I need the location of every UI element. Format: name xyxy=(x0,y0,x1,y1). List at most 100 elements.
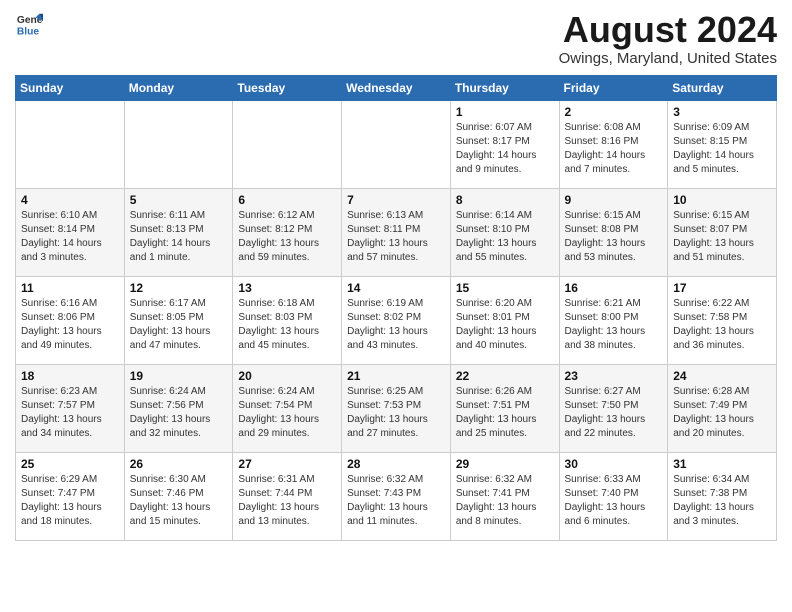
day-info: Sunrise: 6:16 AM Sunset: 8:06 PM Dayligh… xyxy=(21,297,119,353)
calendar-cell: 6 Sunrise: 6:12 AM Sunset: 8:12 PM Daylig… xyxy=(233,188,342,276)
day-number: 8 xyxy=(456,193,554,207)
calendar-cell xyxy=(233,100,342,188)
calendar-cell: 19Sunrise: 6:24 AM Sunset: 7:56 PM Dayli… xyxy=(124,364,233,452)
calendar-cell: 7 Sunrise: 6:13 AM Sunset: 8:11 PM Daylig… xyxy=(342,188,451,276)
day-info: Sunrise: 6:21 AM Sunset: 8:00 PM Dayligh… xyxy=(565,297,663,353)
calendar-table: SundayMondayTuesdayWednesdayThursdayFrid… xyxy=(15,75,777,541)
header-tuesday: Tuesday xyxy=(233,75,342,100)
day-info: Sunrise: 6:32 AM Sunset: 7:41 PM Dayligh… xyxy=(456,473,554,529)
day-number: 18 xyxy=(21,369,119,383)
day-info: Sunrise: 6:18 AM Sunset: 8:03 PM Dayligh… xyxy=(238,297,336,353)
day-number: 10 xyxy=(673,193,771,207)
day-number: 24 xyxy=(673,369,771,383)
calendar-cell xyxy=(16,100,125,188)
calendar-week-1: 1Sunrise: 6:07 AM Sunset: 8:17 PM Daylig… xyxy=(16,100,777,188)
day-number: 7 xyxy=(347,193,445,207)
day-info: Sunrise: 6:11 AM Sunset: 8:13 PM Dayligh… xyxy=(130,209,228,265)
header-saturday: Saturday xyxy=(668,75,777,100)
day-info: Sunrise: 6:17 AM Sunset: 8:05 PM Dayligh… xyxy=(130,297,228,353)
day-info: Sunrise: 6:13 AM Sunset: 8:11 PM Dayligh… xyxy=(347,209,445,265)
day-number: 29 xyxy=(456,457,554,471)
day-info: Sunrise: 6:27 AM Sunset: 7:50 PM Dayligh… xyxy=(565,385,663,441)
header-thursday: Thursday xyxy=(450,75,559,100)
calendar-cell: 12 Sunrise: 6:17 AM Sunset: 8:05 PM Dayli… xyxy=(124,276,233,364)
logo-icon: General Blue xyxy=(15,10,43,38)
day-info: Sunrise: 6:31 AM Sunset: 7:44 PM Dayligh… xyxy=(238,473,336,529)
day-number: 26 xyxy=(130,457,228,471)
day-number: 12 xyxy=(130,281,228,295)
header-friday: Friday xyxy=(559,75,668,100)
day-number: 30 xyxy=(565,457,663,471)
day-number: 20 xyxy=(238,369,336,383)
day-number: 31 xyxy=(673,457,771,471)
day-info: Sunrise: 6:15 AM Sunset: 8:07 PM Dayligh… xyxy=(673,209,771,265)
calendar-cell: 30 Sunrise: 6:33 AM Sunset: 7:40 PM Dayli… xyxy=(559,452,668,540)
day-info: Sunrise: 6:22 AM Sunset: 7:58 PM Dayligh… xyxy=(673,297,771,353)
calendar-cell: 31 Sunrise: 6:34 AM Sunset: 7:38 PM Dayli… xyxy=(668,452,777,540)
calendar-cell: 11 Sunrise: 6:16 AM Sunset: 8:06 PM Dayli… xyxy=(16,276,125,364)
logo: General Blue xyxy=(15,10,43,38)
day-number: 5 xyxy=(130,193,228,207)
day-number: 1 xyxy=(456,105,554,119)
calendar-cell: 27 Sunrise: 6:31 AM Sunset: 7:44 PM Dayli… xyxy=(233,452,342,540)
day-info: Sunrise: 6:33 AM Sunset: 7:40 PM Dayligh… xyxy=(565,473,663,529)
day-number: 21 xyxy=(347,369,445,383)
calendar-cell: 5 Sunrise: 6:11 AM Sunset: 8:13 PM Daylig… xyxy=(124,188,233,276)
calendar-cell: 26 Sunrise: 6:30 AM Sunset: 7:46 PM Dayli… xyxy=(124,452,233,540)
calendar-week-3: 11 Sunrise: 6:16 AM Sunset: 8:06 PM Dayli… xyxy=(16,276,777,364)
day-number: 2 xyxy=(565,105,663,119)
calendar-cell: 3 Sunrise: 6:09 AM Sunset: 8:15 PM Daylig… xyxy=(668,100,777,188)
calendar-header-row: SundayMondayTuesdayWednesdayThursdayFrid… xyxy=(16,75,777,100)
day-info: Sunrise: 6:26 AM Sunset: 7:51 PM Dayligh… xyxy=(456,385,554,441)
calendar-cell: 24 Sunrise: 6:28 AM Sunset: 7:49 PM Dayli… xyxy=(668,364,777,452)
day-number: 14 xyxy=(347,281,445,295)
day-number: 19 xyxy=(130,369,228,383)
calendar-week-5: 25 Sunrise: 6:29 AM Sunset: 7:47 PM Dayli… xyxy=(16,452,777,540)
day-number: 9 xyxy=(565,193,663,207)
calendar-cell xyxy=(124,100,233,188)
header-wednesday: Wednesday xyxy=(342,75,451,100)
day-info: Sunrise: 6:10 AM Sunset: 8:14 PM Dayligh… xyxy=(21,209,119,265)
day-number: 25 xyxy=(21,457,119,471)
calendar-cell: 25 Sunrise: 6:29 AM Sunset: 7:47 PM Dayli… xyxy=(16,452,125,540)
day-number: 28 xyxy=(347,457,445,471)
header-sunday: Sunday xyxy=(16,75,125,100)
day-number: 4 xyxy=(21,193,119,207)
page-header: General Blue August 2024 Owings, Marylan… xyxy=(15,10,777,67)
calendar-cell: 21 Sunrise: 6:25 AM Sunset: 7:53 PM Dayli… xyxy=(342,364,451,452)
calendar-cell: 15Sunrise: 6:20 AM Sunset: 8:01 PM Dayli… xyxy=(450,276,559,364)
day-info: Sunrise: 6:19 AM Sunset: 8:02 PM Dayligh… xyxy=(347,297,445,353)
calendar-title: August 2024 xyxy=(559,10,777,50)
day-number: 3 xyxy=(673,105,771,119)
calendar-cell: 4 Sunrise: 6:10 AM Sunset: 8:14 PM Daylig… xyxy=(16,188,125,276)
calendar-location: Owings, Maryland, United States xyxy=(559,50,777,67)
title-block: August 2024 Owings, Maryland, United Sta… xyxy=(559,10,777,67)
day-info: Sunrise: 6:34 AM Sunset: 7:38 PM Dayligh… xyxy=(673,473,771,529)
calendar-cell: 1Sunrise: 6:07 AM Sunset: 8:17 PM Daylig… xyxy=(450,100,559,188)
calendar-cell: 8 Sunrise: 6:14 AM Sunset: 8:10 PM Daylig… xyxy=(450,188,559,276)
calendar-cell: 14 Sunrise: 6:19 AM Sunset: 8:02 PM Dayli… xyxy=(342,276,451,364)
calendar-cell: 2Sunrise: 6:08 AM Sunset: 8:16 PM Daylig… xyxy=(559,100,668,188)
calendar-cell: 9Sunrise: 6:15 AM Sunset: 8:08 PM Daylig… xyxy=(559,188,668,276)
header-monday: Monday xyxy=(124,75,233,100)
calendar-cell: 10 Sunrise: 6:15 AM Sunset: 8:07 PM Dayli… xyxy=(668,188,777,276)
day-info: Sunrise: 6:09 AM Sunset: 8:15 PM Dayligh… xyxy=(673,121,771,177)
day-info: Sunrise: 6:12 AM Sunset: 8:12 PM Dayligh… xyxy=(238,209,336,265)
day-number: 13 xyxy=(238,281,336,295)
day-info: Sunrise: 6:20 AM Sunset: 8:01 PM Dayligh… xyxy=(456,297,554,353)
calendar-cell: 23Sunrise: 6:27 AM Sunset: 7:50 PM Dayli… xyxy=(559,364,668,452)
day-info: Sunrise: 6:14 AM Sunset: 8:10 PM Dayligh… xyxy=(456,209,554,265)
day-info: Sunrise: 6:25 AM Sunset: 7:53 PM Dayligh… xyxy=(347,385,445,441)
day-number: 17 xyxy=(673,281,771,295)
day-info: Sunrise: 6:30 AM Sunset: 7:46 PM Dayligh… xyxy=(130,473,228,529)
day-info: Sunrise: 6:32 AM Sunset: 7:43 PM Dayligh… xyxy=(347,473,445,529)
day-info: Sunrise: 6:28 AM Sunset: 7:49 PM Dayligh… xyxy=(673,385,771,441)
day-info: Sunrise: 6:29 AM Sunset: 7:47 PM Dayligh… xyxy=(21,473,119,529)
day-number: 6 xyxy=(238,193,336,207)
day-number: 11 xyxy=(21,281,119,295)
day-number: 27 xyxy=(238,457,336,471)
day-number: 16 xyxy=(565,281,663,295)
calendar-cell: 18Sunrise: 6:23 AM Sunset: 7:57 PM Dayli… xyxy=(16,364,125,452)
svg-text:Blue: Blue xyxy=(17,26,40,37)
day-number: 22 xyxy=(456,369,554,383)
